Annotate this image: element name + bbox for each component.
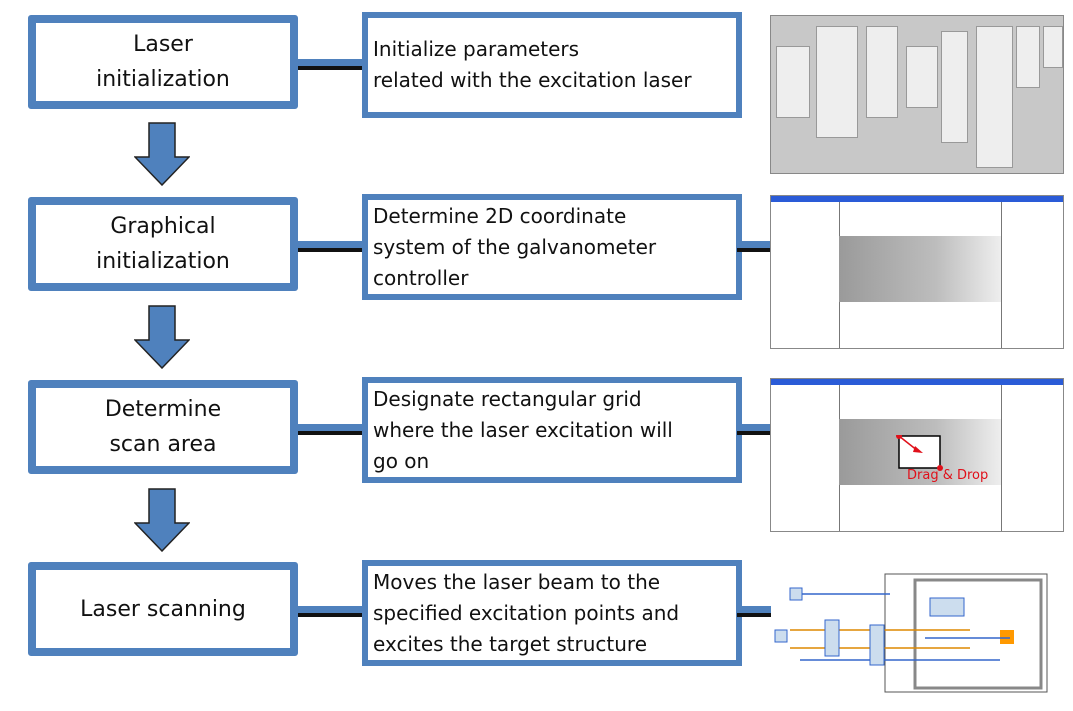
down-arrow-icon bbox=[134, 122, 190, 186]
description-scan-area: Designate rectangular grid where the las… bbox=[362, 377, 742, 483]
connector bbox=[298, 424, 362, 435]
galvanometer-coordinate-screenshot bbox=[770, 195, 1064, 349]
labview-block-diagram-screenshot bbox=[774, 573, 1048, 693]
scan-area-selection-screenshot: Drag & Drop bbox=[770, 378, 1064, 532]
step-laser-initialization: Laser initialization bbox=[28, 15, 298, 109]
description-laser-scanning: Moves the laser beam to the specified ex… bbox=[362, 560, 742, 666]
connector bbox=[298, 241, 362, 252]
connector bbox=[737, 424, 771, 435]
connector bbox=[298, 606, 362, 617]
down-arrow-icon bbox=[134, 488, 190, 552]
drag-drop-label: Drag & Drop bbox=[907, 468, 989, 483]
step-graphical-initialization: Graphical initialization bbox=[28, 197, 298, 291]
connector bbox=[737, 606, 771, 617]
connector bbox=[737, 241, 771, 252]
laser-parameters-panel-screenshot bbox=[770, 15, 1064, 174]
description-laser-initialization: Initialize parameters related with the e… bbox=[362, 12, 742, 118]
down-arrow-icon bbox=[134, 305, 190, 369]
description-graphical-initialization: Determine 2D coordinate system of the ga… bbox=[362, 194, 742, 300]
step-determine-scan-area: Determine scan area bbox=[28, 380, 298, 474]
connector bbox=[298, 59, 362, 70]
step-laser-scanning: Laser scanning bbox=[28, 562, 298, 656]
